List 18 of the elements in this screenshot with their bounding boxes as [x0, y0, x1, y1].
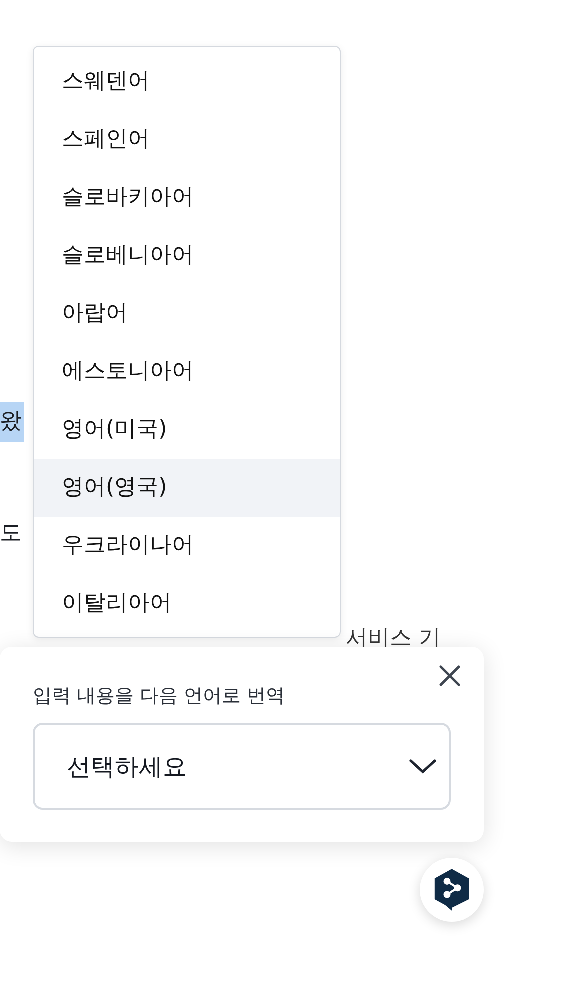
language-option[interactable]: 이탈리아어 — [34, 575, 340, 633]
language-option[interactable]: 우크라이나어 — [34, 517, 340, 575]
language-option[interactable]: 슬로바키아어 — [34, 169, 340, 227]
close-icon[interactable] — [438, 664, 462, 688]
logo-icon — [433, 868, 471, 912]
language-select[interactable]: 선택하세요 — [33, 723, 451, 810]
language-option[interactable]: 아랍어 — [34, 285, 340, 343]
page-text: 서비스 기 — [346, 625, 442, 653]
page-text: 왔 — [0, 402, 24, 442]
chevron-icon — [409, 758, 437, 774]
panel-label: 입력 내용을 다음 언어로 번역 — [33, 684, 286, 709]
language-option[interactable]: 영어(영국) — [34, 459, 340, 517]
language-option[interactable]: 스웨덴어 — [34, 53, 340, 111]
language-option[interactable]: 에스토니아어 — [34, 343, 340, 401]
page-text: 도 — [0, 520, 23, 548]
language-option[interactable]: 슬로베니아어 — [34, 227, 340, 285]
language-option[interactable]: 스페인어 — [34, 111, 340, 169]
language-option[interactable]: 영어(미국) — [34, 401, 340, 459]
